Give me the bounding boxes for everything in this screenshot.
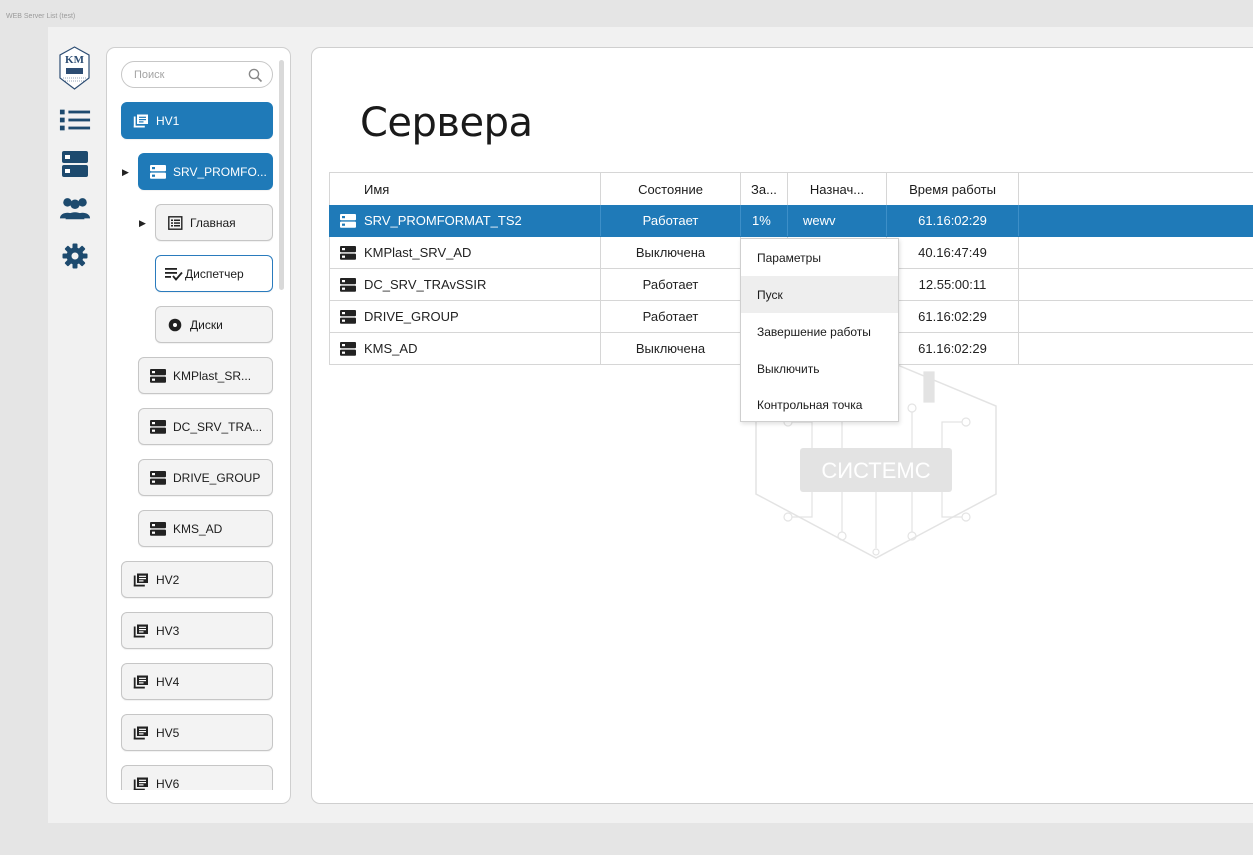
tree-item-hv3[interactable]: HV3 [121, 612, 273, 649]
disk-icon [166, 317, 184, 333]
row-name: SRV_PROMFORMAT_TS2 [364, 213, 522, 228]
host-icon [132, 725, 150, 741]
window-title: WEB Server List (test) [6, 13, 76, 20]
tree-item-label: KMS_AD [173, 521, 223, 536]
cell-state: Работает [601, 269, 741, 300]
cell-state: Выключена [601, 333, 741, 364]
server-icon [149, 470, 167, 486]
column-header-state[interactable]: Состояние [601, 173, 741, 205]
cell-name: KMS_AD [330, 333, 601, 364]
tree-item-hv2[interactable]: HV2 [121, 561, 273, 598]
search-input[interactable] [134, 67, 244, 83]
host-icon [132, 113, 150, 129]
column-header-assignment[interactable]: Назнач... [788, 173, 887, 205]
cell-state: Работает [601, 301, 741, 332]
menu-item-start[interactable]: Пуск [741, 276, 898, 313]
cell-name: SRV_PROMFORMAT_TS2 [330, 205, 601, 236]
cell-state: Работает [601, 205, 741, 236]
tree-item-label: Диски [190, 317, 223, 332]
tree-item-dispatcher[interactable]: Диспетчер [155, 255, 273, 292]
row-name: DRIVE_GROUP [364, 309, 459, 324]
table-header: Имя Состояние За... Назнач... Время рабо… [329, 172, 1253, 205]
context-menu: Параметры Пуск Завершение работы Выключи… [740, 238, 899, 422]
server-icon [340, 277, 356, 292]
expand-arrow-icon[interactable]: ▶ [122, 167, 129, 178]
list-icon[interactable] [59, 104, 91, 136]
host-icon [132, 674, 150, 690]
menu-item-shutdown[interactable]: Завершение работы [741, 313, 898, 350]
tree-item-label: DRIVE_GROUP [173, 470, 261, 485]
server-icon [149, 164, 167, 180]
tree-item-server-kms-ad[interactable]: KMS_AD [138, 510, 273, 547]
tree-item-disks[interactable]: Диски [155, 306, 273, 343]
cell-name: DRIVE_GROUP [330, 301, 601, 332]
tree-item-label: SRV_PROMFO... [173, 164, 267, 179]
menu-item-power-off[interactable]: Выключить [741, 350, 898, 387]
host-icon [132, 776, 150, 790]
server-icon [149, 368, 167, 384]
cell-uptime: 40.16:47:49 [887, 237, 1019, 268]
task-list-icon [165, 266, 183, 282]
server-icon[interactable] [59, 148, 91, 180]
server-icon [340, 213, 356, 228]
dashboard-icon [166, 215, 184, 231]
svg-text:СИСТЕМС: СИСТЕМС [821, 458, 930, 483]
row-name: DC_SRV_TRAvSSIR [364, 277, 487, 292]
row-name: KMPlast_SRV_AD [364, 245, 472, 260]
cell-uptime: 61.16:02:29 [887, 333, 1019, 364]
tree-item-label: DC_SRV_TRA... [173, 419, 263, 434]
host-icon [132, 623, 150, 639]
row-name: KMS_AD [364, 341, 418, 356]
tree-item-server-kmplast[interactable]: KMPlast_SR... [138, 357, 273, 394]
tree-item-label: HV4 [156, 674, 180, 689]
server-icon [340, 245, 356, 260]
menu-item-checkpoint[interactable]: Контрольная точка [741, 386, 898, 423]
tree-item-server-srv-promfo[interactable]: SRV_PROMFO... [138, 153, 273, 190]
tree-search [121, 61, 273, 88]
column-header-name[interactable]: Имя [330, 173, 601, 205]
km-systems-logo-icon: KM [58, 46, 91, 90]
users-icon[interactable] [59, 192, 91, 224]
tree-item-label: Главная [190, 215, 236, 230]
tree-item-label: HV1 [156, 113, 180, 128]
tree-item-hv4[interactable]: HV4 [121, 663, 273, 700]
search-icon[interactable] [248, 68, 263, 83]
tree-scrollbar[interactable] [279, 60, 284, 290]
tree-clip: HV6 [107, 760, 290, 790]
cell-name: KMPlast_SRV_AD [330, 237, 601, 268]
tree-item-hv5[interactable]: HV5 [121, 714, 273, 751]
tree-item-label: Диспетчер [185, 266, 244, 281]
tree-item-server-dc-srv[interactable]: DC_SRV_TRA... [138, 408, 273, 445]
expand-arrow-icon[interactable]: ▶ [139, 218, 146, 229]
page-title: Сервера [360, 100, 533, 146]
tree-item-server-drive-group[interactable]: DRIVE_GROUP [138, 459, 273, 496]
server-icon [149, 521, 167, 537]
tree-item-label: HV2 [156, 572, 180, 587]
tree-item-label: HV3 [156, 623, 180, 638]
tree-item-label: HV6 [156, 776, 180, 791]
host-icon [132, 572, 150, 588]
cell-load: 1% [741, 205, 788, 236]
server-icon [340, 341, 356, 356]
tree-item-label: HV5 [156, 725, 180, 740]
column-header-load[interactable]: За... [741, 173, 788, 205]
cell-uptime: 12.55:00:11 [887, 269, 1019, 300]
cell-name: DC_SRV_TRAvSSIR [330, 269, 601, 300]
cell-uptime: 61.16:02:29 [887, 301, 1019, 332]
server-icon [149, 419, 167, 435]
server-icon [340, 309, 356, 324]
svg-text:KM: KM [65, 54, 85, 66]
tree-item-hv6[interactable]: HV6 [121, 765, 273, 790]
cell-state: Выключена [601, 237, 741, 268]
tree-item-main[interactable]: Главная [155, 204, 273, 241]
menu-item-parameters[interactable]: Параметры [741, 239, 898, 276]
tree-item-hv1[interactable]: HV1 [121, 102, 273, 139]
cell-assignment: wewv [788, 205, 887, 236]
cell-uptime: 61.16:02:29 [887, 205, 1019, 236]
column-header-uptime[interactable]: Время работы [887, 173, 1019, 205]
gear-icon[interactable] [59, 240, 91, 272]
tree-item-label: KMPlast_SR... [173, 368, 252, 383]
table-row[interactable]: SRV_PROMFORMAT_TS2 Работает 1% wewv 61.1… [329, 205, 1253, 237]
